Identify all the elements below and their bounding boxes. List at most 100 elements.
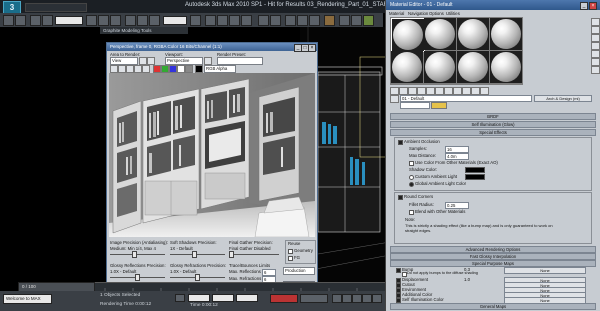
blue-channel-icon[interactable] [169, 65, 177, 73]
ao-samples-spinner[interactable]: 16 [445, 146, 469, 153]
max-reflections-spinner[interactable]: 6 [262, 269, 276, 276]
display-channel-dropdown[interactable]: RGB Alpha [204, 65, 236, 73]
sample-uv-tiling-icon[interactable] [591, 42, 600, 50]
sample-slot-7[interactable] [457, 51, 489, 83]
blend-other-materials-checkbox[interactable] [409, 210, 414, 215]
rendered-image[interactable] [109, 73, 315, 237]
x-coordinate-field[interactable] [188, 294, 210, 302]
round-corners-checkbox[interactable] [398, 195, 403, 200]
red-channel-icon[interactable] [153, 65, 161, 73]
snaps-toggle-button[interactable] [205, 15, 216, 26]
maxscript-listener[interactable]: Welcome to MAX [3, 294, 52, 304]
redo-button[interactable] [15, 15, 26, 26]
material-id-icon[interactable] [444, 87, 453, 95]
quick-access-toolbar[interactable] [25, 3, 87, 12]
clone-window-icon[interactable] [126, 65, 134, 73]
image-precision-slider-knob[interactable] [132, 251, 137, 258]
rollout-advanced-rendering[interactable]: Advanced Rendering Options [390, 246, 596, 253]
move-button[interactable] [125, 15, 136, 26]
curve-editor-button[interactable] [297, 15, 308, 26]
rollout-fast-glossy[interactable]: Fast Glossy Interpolation [390, 253, 596, 260]
viewport-dropdown[interactable]: Perspective [165, 57, 203, 65]
reuse-geometry-checkbox[interactable] [288, 249, 293, 254]
go-to-parent-icon[interactable] [471, 87, 480, 95]
sample-slot-2[interactable] [424, 18, 456, 50]
scale-button[interactable] [149, 15, 160, 26]
sample-type-icon[interactable] [591, 18, 600, 26]
schematic-view-button[interactable] [309, 15, 320, 26]
background-icon[interactable] [591, 34, 600, 42]
go-to-end-icon[interactable] [372, 294, 382, 303]
custom-ambient-radio[interactable] [409, 175, 414, 180]
rollout-brdf[interactable]: BRDF [390, 113, 596, 120]
angle-snap-button[interactable] [217, 15, 228, 26]
menu-options[interactable]: Options [429, 10, 444, 17]
set-key-button[interactable] [300, 294, 328, 303]
show-end-result-icon[interactable] [462, 87, 471, 95]
sample-slot-4[interactable] [490, 18, 522, 50]
go-forward-sibling-icon[interactable] [480, 87, 489, 95]
sample-slot-8[interactable] [490, 51, 522, 83]
select-object-button[interactable] [86, 15, 97, 26]
ao-max-distance-spinner[interactable]: 4.0m [445, 153, 469, 160]
material-editor-button[interactable] [324, 15, 335, 26]
glossy-reflections-slider-knob[interactable] [135, 274, 140, 281]
channel-field[interactable] [400, 102, 430, 109]
spinner-snap-button[interactable] [241, 15, 252, 26]
sample-slot-1[interactable] [391, 18, 425, 52]
clear-icon[interactable] [142, 65, 150, 73]
next-frame-icon[interactable] [362, 294, 372, 303]
lock-selection-icon[interactable] [175, 294, 185, 302]
render-mode-dropdown[interactable]: Production [283, 267, 315, 275]
map-slot-button[interactable]: None [504, 267, 586, 274]
copy-image-icon[interactable] [118, 65, 126, 73]
select-link-button[interactable] [30, 15, 41, 26]
reset-map-icon[interactable] [417, 87, 426, 95]
material-editor-close-button[interactable]: × [589, 2, 597, 10]
rotate-button[interactable] [137, 15, 148, 26]
ao-use-color-checkbox[interactable] [409, 161, 414, 166]
y-coordinate-field[interactable] [212, 294, 234, 302]
menu-material[interactable]: Material [389, 10, 404, 17]
selection-filter-dropdown[interactable] [55, 16, 83, 25]
align-button[interactable] [270, 15, 281, 26]
pick-material-icon[interactable] [390, 95, 399, 103]
close-button[interactable]: × [308, 44, 316, 52]
video-color-check-icon[interactable] [591, 50, 600, 58]
render-setup-button[interactable] [339, 15, 350, 26]
go-to-start-icon[interactable] [332, 294, 342, 303]
undo-button[interactable] [3, 15, 14, 26]
sample-slot-6[interactable] [424, 51, 456, 83]
put-to-library-icon[interactable] [435, 87, 444, 95]
make-unique-icon[interactable] [426, 87, 435, 95]
print-image-icon[interactable] [134, 65, 142, 73]
sample-slot-5[interactable] [391, 51, 423, 83]
monochrome-icon[interactable] [185, 65, 193, 73]
auto-key-button[interactable] [270, 294, 298, 303]
auto-region-icon[interactable] [147, 57, 155, 65]
material-type-button[interactable]: Arch & Design (mi) [534, 95, 592, 102]
rectangular-selection-button[interactable] [110, 15, 121, 26]
put-to-scene-icon[interactable] [399, 87, 408, 95]
custom-ambient-swatch[interactable] [465, 174, 485, 180]
menu-navigation[interactable]: Navigation [408, 10, 428, 17]
global-ambient-radio[interactable] [409, 182, 414, 187]
material-editor-minimize-button[interactable]: _ [580, 2, 588, 10]
fillet-radius-spinner[interactable]: 0.25 [445, 202, 469, 209]
play-icon[interactable] [352, 294, 362, 303]
material-name-field[interactable]: 01 - Default [400, 95, 532, 102]
soft-shadows-slider-knob[interactable] [192, 251, 197, 258]
get-material-icon[interactable] [390, 87, 399, 95]
assign-to-selection-icon[interactable] [408, 87, 417, 95]
final-gather-slider-knob[interactable] [229, 251, 234, 258]
rendered-frame-window-button[interactable] [351, 15, 362, 26]
show-map-icon[interactable] [453, 87, 462, 95]
ao-shadow-color-swatch[interactable] [465, 167, 485, 173]
ribbon-tab-graphite[interactable]: Graphite Modeling Tools [100, 27, 188, 34]
glossy-refractions-slider-knob[interactable] [195, 274, 200, 281]
save-image-icon[interactable] [110, 65, 118, 73]
rollout-self-illumination[interactable]: Self Illumination (Glow) [390, 121, 596, 128]
mirror-button[interactable] [258, 15, 269, 26]
sample-slot-3[interactable] [457, 18, 489, 50]
reference-coordinate-dropdown[interactable] [163, 16, 187, 25]
